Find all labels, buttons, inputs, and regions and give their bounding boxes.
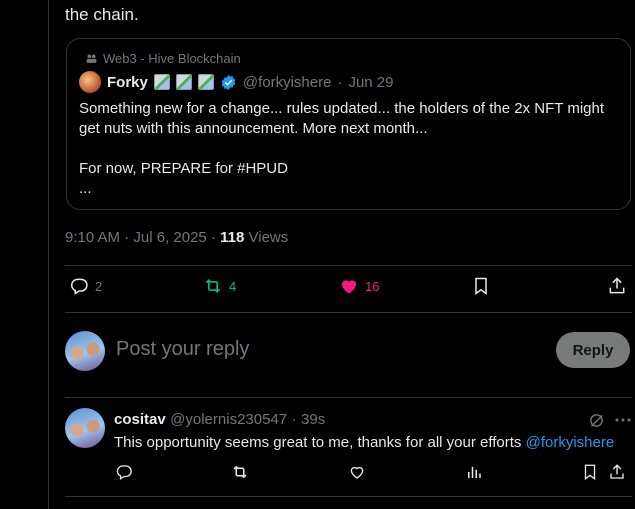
broken-image-icon: [153, 74, 170, 90]
reply-input[interactable]: Post your reply: [116, 338, 249, 361]
reply-body: This opportunity seems great to me, than…: [114, 434, 522, 451]
reply-time[interactable]: 39s: [301, 411, 325, 428]
author-name[interactable]: cositav: [114, 411, 166, 428]
tweet-timestamp: 9:10 AM · Jul 6, 2025 · 118 Views: [65, 229, 288, 246]
dot-separator: ·: [210, 229, 221, 246]
share-icon: [610, 464, 624, 479]
author-handle[interactable]: @yolernis230547: [170, 411, 287, 428]
share-icon: [609, 277, 625, 294]
bookmark-button[interactable]: [471, 276, 491, 296]
quoted-tweet-card[interactable]: Web3 - Hive Blockchain Forky @forkyisher…: [66, 38, 631, 210]
mention-link[interactable]: @forkyishere: [526, 434, 615, 451]
reply-icon: [116, 465, 132, 481]
like-button[interactable]: [348, 463, 366, 481]
more-options-icon[interactable]: [614, 413, 632, 427]
broken-image-icon: [175, 74, 192, 90]
repost-button[interactable]: [231, 463, 249, 481]
heart-icon: [341, 280, 357, 294]
dot-separator: ·: [291, 411, 297, 428]
tweet-time[interactable]: 9:10 AM: [65, 229, 120, 246]
repost-count: 4: [229, 278, 237, 294]
share-button[interactable]: [608, 463, 626, 481]
tweet-action-bar: 2 4 16: [65, 276, 632, 300]
grok-icon[interactable]: [588, 412, 605, 429]
reply-action-bar: [101, 463, 632, 485]
dot-separator: ·: [124, 229, 134, 246]
reply-text: This opportunity seems great to me, than…: [114, 434, 614, 451]
reply-header: cositav @yolernis230547 · 39s: [114, 411, 325, 429]
avatar[interactable]: [79, 71, 101, 93]
like-count: 16: [365, 278, 380, 294]
avatar[interactable]: [65, 408, 105, 448]
divider: [65, 265, 632, 266]
bookmark-icon: [584, 464, 596, 481]
reply-button[interactable]: 2: [69, 276, 102, 296]
reply-composer: Post your reply Reply: [65, 330, 632, 374]
reply-count: 2: [95, 278, 103, 294]
views-button[interactable]: [465, 463, 483, 481]
divider: [65, 312, 632, 313]
quoted-tweet-header: Forky @forkyishere · Jun 29: [79, 71, 394, 93]
quoted-tweet-body: Something new for a change... rules upda…: [79, 100, 605, 197]
author-handle[interactable]: @forkyishere: [243, 74, 332, 91]
reply-icon: [71, 278, 88, 295]
share-button[interactable]: [607, 276, 627, 296]
avatar[interactable]: [65, 331, 105, 371]
heart-icon: [350, 466, 364, 479]
community-name: Web3 - Hive Blockchain: [103, 51, 241, 66]
divider: [65, 397, 632, 398]
analytics-icon: [468, 466, 481, 478]
tweet-text-tail: the chain.: [65, 5, 139, 24]
tweet-date[interactable]: Jul 6, 2025: [133, 229, 206, 246]
verified-badge-icon: [221, 74, 236, 90]
like-button[interactable]: 16: [339, 276, 379, 296]
dot-separator: ·: [337, 73, 343, 91]
author-name[interactable]: Forky: [107, 74, 148, 91]
repost-icon: [205, 278, 221, 294]
repost-icon: [233, 465, 247, 479]
tweet-detail-column: the chain. Web3 - Hive Blockchain Forky …: [48, 0, 635, 509]
views-count: 118: [220, 229, 245, 246]
community-label[interactable]: Web3 - Hive Blockchain: [85, 51, 241, 66]
community-icon: [86, 54, 97, 63]
bookmark-icon: [475, 277, 487, 295]
bookmark-button[interactable]: [581, 463, 599, 481]
quoted-tweet-date[interactable]: Jun 29: [348, 74, 393, 91]
reply-submit-button[interactable]: Reply: [556, 332, 630, 368]
divider: [65, 496, 632, 497]
repost-button[interactable]: 4: [203, 276, 236, 296]
reply-button[interactable]: [115, 463, 133, 481]
broken-image-icon: [197, 74, 214, 90]
views-label: Views: [248, 229, 289, 246]
